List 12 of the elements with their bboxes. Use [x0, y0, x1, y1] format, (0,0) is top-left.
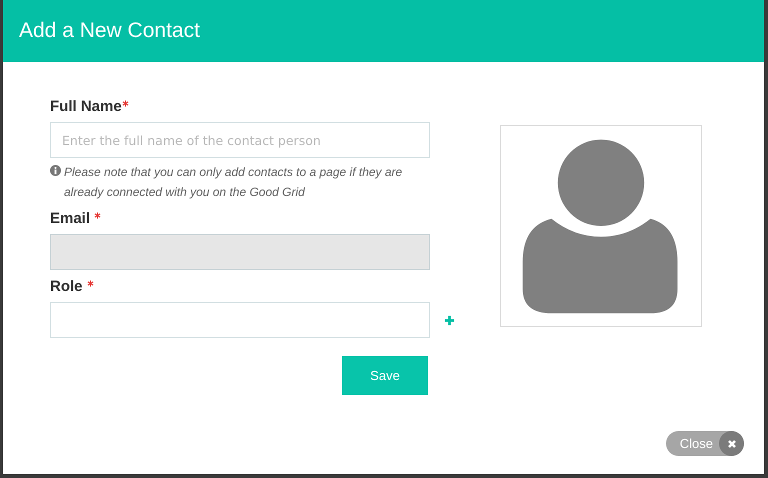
- add-icon[interactable]: [444, 314, 455, 326]
- close-button[interactable]: Close: [666, 431, 744, 456]
- info-icon: [50, 165, 61, 176]
- field-label: Full Name: [50, 98, 122, 115]
- close-icon: [726, 438, 736, 448]
- text-field[interactable]: Enter the full name of the contact person: [50, 122, 430, 158]
- dialog-title: Add a New Contact: [19, 19, 200, 43]
- save-button[interactable]: Save: [342, 356, 428, 395]
- field-label: Email: [50, 210, 90, 227]
- help-text: Please note that you can only add contacts to a page if they are already connected with you on the Good Grid: [64, 164, 404, 201]
- field-label: Role: [50, 278, 83, 295]
- text-field[interactable]: [50, 302, 430, 338]
